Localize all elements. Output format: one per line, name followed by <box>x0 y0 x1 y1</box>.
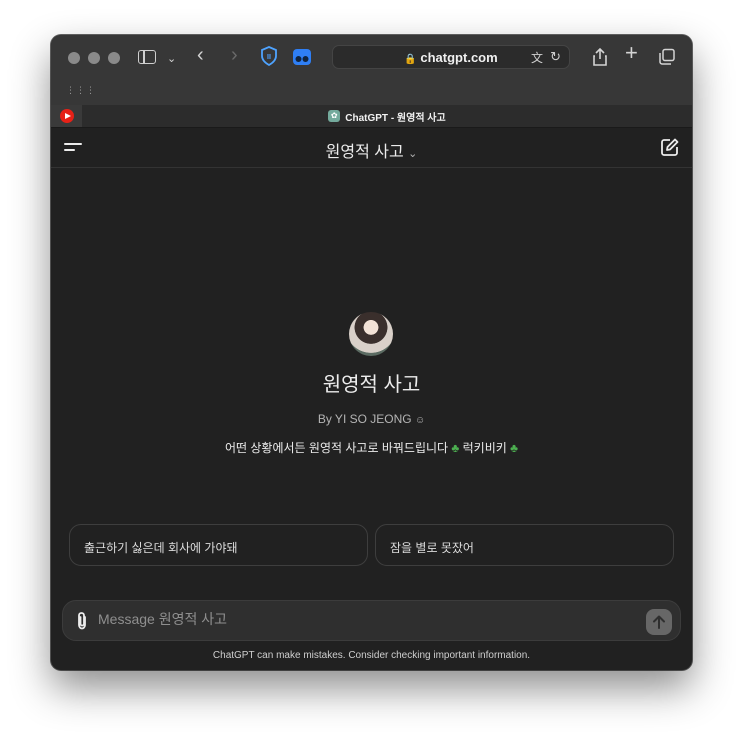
clover-icon: ♣ <box>451 441 460 455</box>
browser-toolbar: ⌄ ‹ › II 🔒 chatgpt.com 文 ↻ + ⋮⋮⋮ <box>51 35 692 105</box>
window-controls <box>68 52 120 64</box>
tab-youtube[interactable] <box>51 105 82 127</box>
clover-icon: ♣ <box>510 441 519 455</box>
model-selector[interactable]: 원영적 사고 ⌄ <box>51 138 692 162</box>
new-tab-icon[interactable]: + <box>625 42 638 64</box>
tab-strip: ✿ ChatGPT - 원영적 사고 <box>51 105 692 128</box>
bitwarden-shield-icon[interactable]: II <box>260 46 278 70</box>
browser-window: ⌄ ‹ › II 🔒 chatgpt.com 文 ↻ + ⋮⋮⋮ ✿ ChatG… <box>51 35 692 670</box>
chat-header: 원영적 사고 ⌄ <box>51 128 692 168</box>
tab-overview-icon[interactable] <box>658 48 676 70</box>
conversation-starter-button[interactable]: 잠을 별로 못잤어 <box>375 524 674 566</box>
forward-arrow-icon[interactable]: › <box>231 45 238 65</box>
disclaimer: ChatGPT can make mistakes. Consider chec… <box>212 650 531 661</box>
tab-title: ChatGPT - 원영적 사고 <box>345 112 446 124</box>
address-bar[interactable]: 🔒 chatgpt.com 文 ↻ <box>332 45 570 69</box>
tab-chatgpt[interactable]: ✿ ChatGPT - 원영적 사고 <box>82 105 692 127</box>
back-arrow-icon[interactable]: ‹ <box>197 45 204 65</box>
translate-icon[interactable]: 文 <box>531 49 543 66</box>
gpt-avatar <box>349 312 393 356</box>
send-button[interactable] <box>646 609 672 635</box>
share-icon[interactable] <box>592 47 608 71</box>
minimize-window-button[interactable] <box>88 52 100 64</box>
reload-icon[interactable]: ↻ <box>550 49 561 65</box>
arrow-up-icon <box>653 615 665 629</box>
extension-icon[interactable] <box>292 48 312 70</box>
byline-text: By YI SO JEONG <box>317 412 412 426</box>
url-text: chatgpt.com <box>420 50 498 65</box>
chevron-down-icon[interactable]: ⌄ <box>167 51 176 67</box>
sidebar-toggle-icon[interactable] <box>138 50 156 64</box>
chatgpt-favicon-icon: ✿ <box>328 110 341 122</box>
chevron-down-icon: ⌄ <box>408 148 418 160</box>
new-chat-icon[interactable] <box>660 137 680 162</box>
gpt-name: 원영적 사고 <box>322 374 421 396</box>
zoom-window-button[interactable] <box>108 52 120 64</box>
gpt-byline: By YI SO JEONG ☺ <box>51 412 692 426</box>
message-input[interactable] <box>98 611 618 627</box>
close-window-button[interactable] <box>68 52 80 64</box>
message-composer <box>62 600 681 641</box>
person-icon[interactable]: ☺ <box>415 415 425 426</box>
favorites-grid-icon[interactable]: ⋮⋮⋮ <box>66 85 96 96</box>
conversation-starter-button[interactable]: 출근하기 싫은데 회사에 가야돼 <box>69 524 368 566</box>
lock-icon: 🔒 <box>404 54 417 65</box>
svg-text:II: II <box>267 54 271 61</box>
description-suffix: 럭키비키 <box>462 441 507 455</box>
description-text: 어떤 상황에서든 원영적 사고로 바꿔드립니다 <box>224 441 449 455</box>
gpt-description: 어떤 상황에서든 원영적 사고로 바꿔드립니다 ♣ 럭키비키 ♣ <box>51 439 692 456</box>
attach-file-icon[interactable] <box>75 611 89 636</box>
youtube-icon <box>60 109 74 123</box>
model-title: 원영적 사고 <box>325 144 404 161</box>
